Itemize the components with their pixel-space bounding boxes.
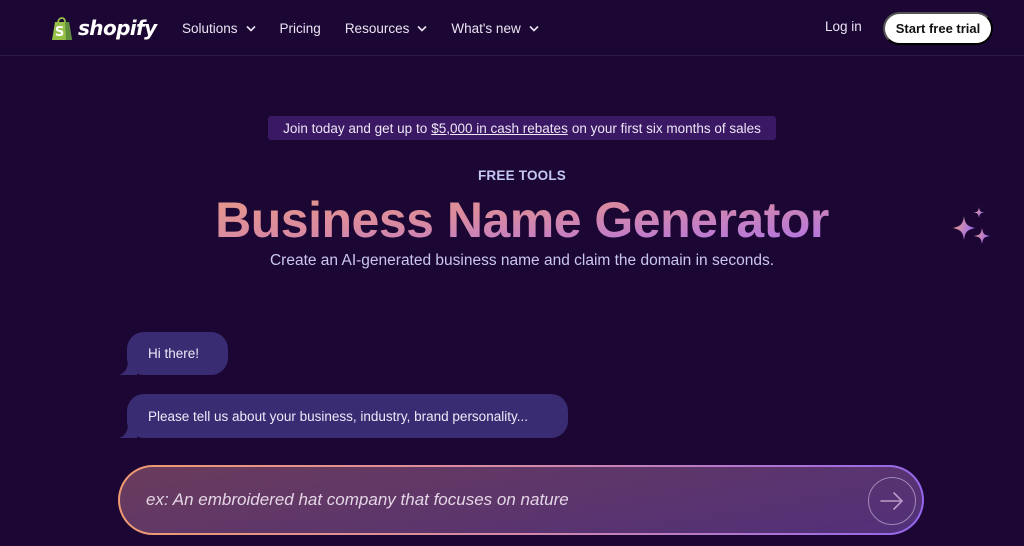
nav-pricing-label: Pricing [279, 20, 321, 36]
submit-button[interactable] [868, 477, 916, 525]
brand-wordmark: shopify [78, 16, 157, 40]
nav-resources[interactable]: Resources [345, 21, 428, 36]
chevron-down-icon [245, 25, 256, 32]
eyebrow-label: FREE TOOLS [477, 168, 566, 183]
login-link[interactable]: Log in [825, 19, 862, 34]
nav-whats-new[interactable]: What's new [451, 20, 539, 36]
svg-text:S: S [55, 25, 64, 40]
start-free-trial-button[interactable]: Start free trial [883, 12, 993, 45]
shopping-bag-icon: S [52, 17, 72, 40]
chat-message: Please tell us about your business, indu… [119, 394, 568, 438]
chevron-down-icon [529, 25, 539, 32]
nav-solutions-label: Solutions [182, 20, 238, 36]
business-description-box [118, 465, 924, 535]
promo-banner: Join today and get up to $5,000 in cash … [268, 116, 776, 140]
chat-message-text: Hi there! [148, 346, 200, 361]
nav-pricing[interactable]: Pricing [280, 21, 321, 36]
business-description-input[interactable] [146, 467, 846, 533]
promo-prefix: Join today and get up to [283, 120, 428, 136]
bubble-tail [119, 424, 137, 438]
nav-solutions[interactable]: Solutions [182, 21, 256, 36]
chevron-down-icon [417, 25, 427, 32]
shopify-logo[interactable]: S shopify [51, 14, 157, 42]
nav-resources-label: Resources [344, 20, 410, 36]
business-description-inner [120, 467, 922, 533]
arrow-right-icon [880, 492, 903, 510]
sparkles-icon [953, 207, 990, 244]
main-nav: Solutions Pricing Resources What's new [182, 18, 563, 38]
top-navigation-bar: S shopify Solutions Pricing Resources Wh… [0, 0, 1024, 56]
nav-whats-new-label: What's new [451, 20, 521, 36]
page-title: Business Name Generator [0, 190, 1024, 250]
page-subtitle: Create an AI-generated business name and… [269, 252, 775, 269]
cash-rebates-link[interactable]: $5,000 in cash rebates [431, 121, 568, 136]
bubble-tail [119, 361, 137, 375]
chat-message-text: Please tell us about your business, indu… [148, 408, 528, 424]
chat-message: Hi there! [119, 332, 228, 375]
promo-suffix: on your first six months of sales [571, 120, 761, 136]
